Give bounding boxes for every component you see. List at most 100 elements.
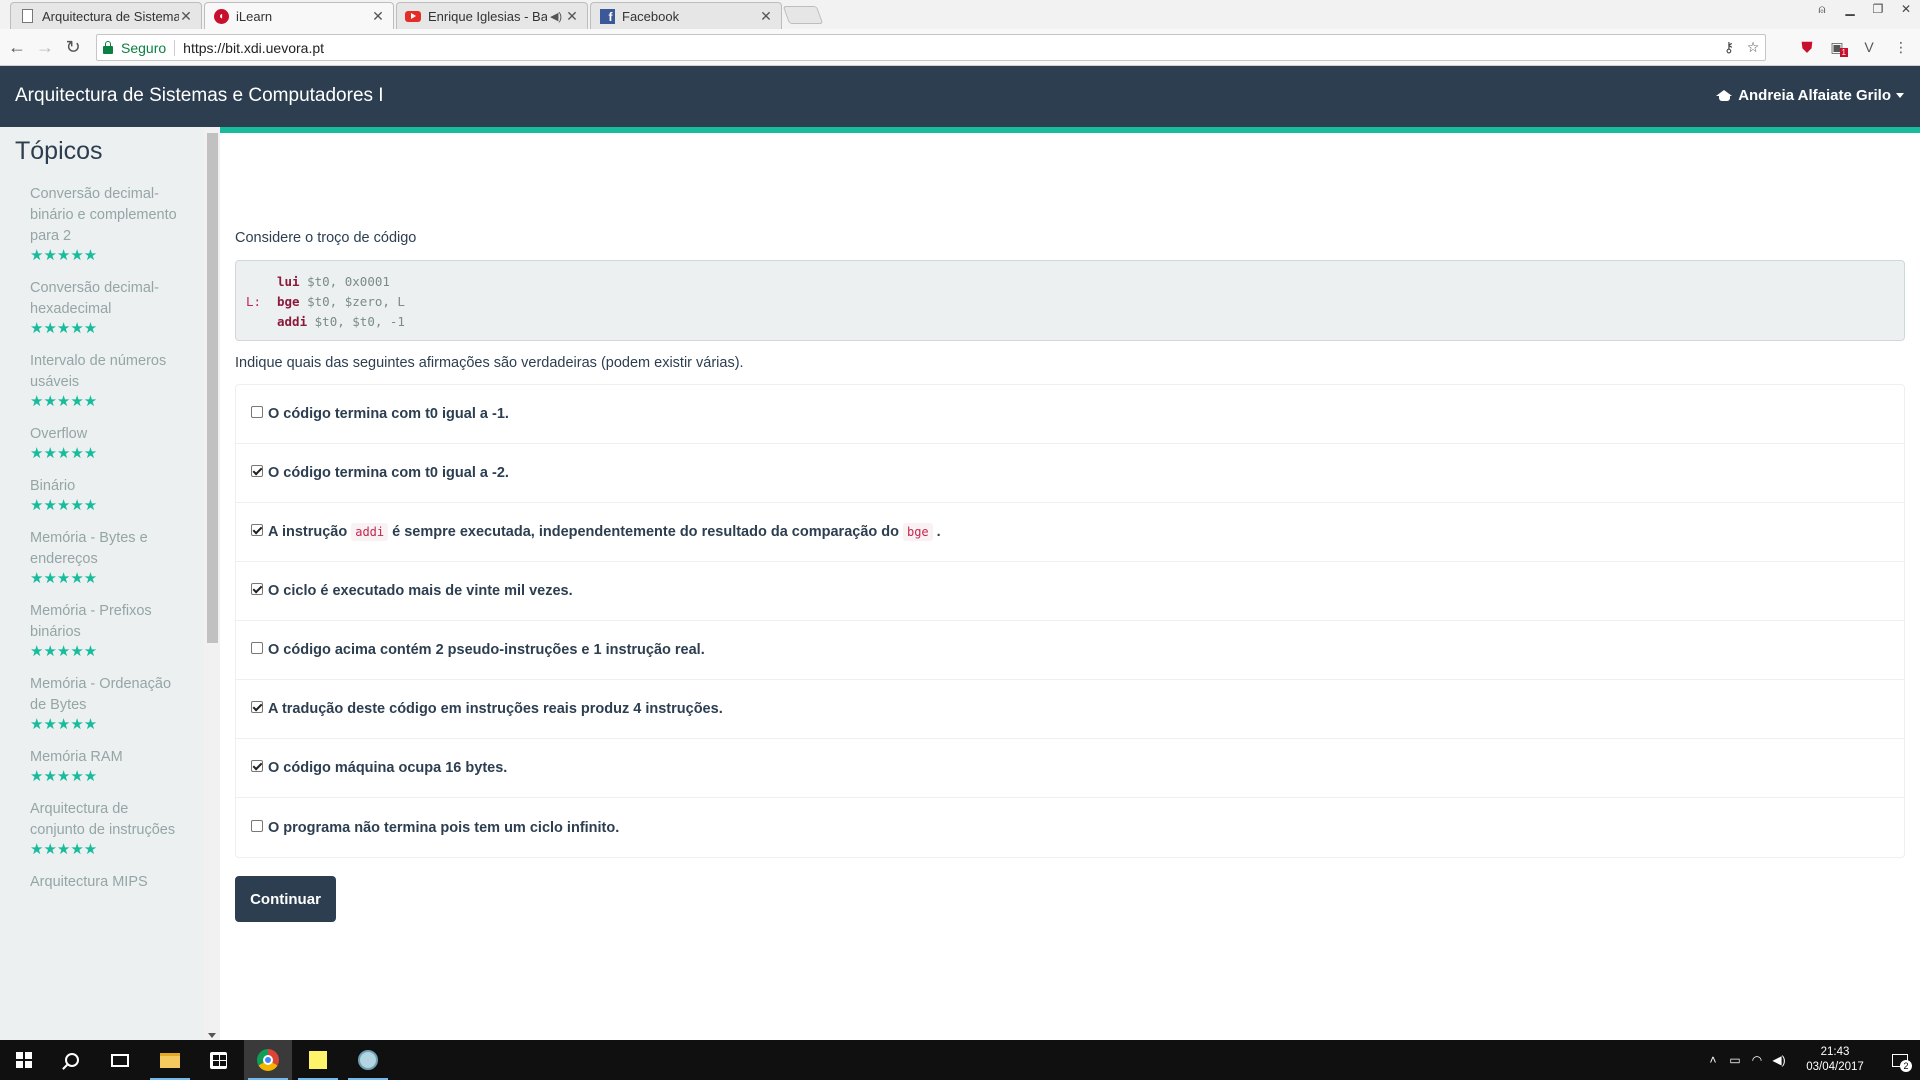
question-prompt: Considere o troço de código (235, 230, 417, 246)
answer-option[interactable]: A tradução deste código em instruções re… (236, 680, 1904, 739)
topic-item[interactable]: Memória RAM ★★★★★ (30, 747, 180, 785)
profile-icon[interactable]: ⍝ (1808, 0, 1836, 18)
scroll-down-arrow-icon[interactable] (208, 1033, 216, 1038)
topic-item[interactable]: Conversão decimal-hexadecimal ★★★★★ (30, 278, 180, 337)
close-window-icon[interactable]: ✕ (1892, 0, 1920, 18)
answer-checkbox[interactable] (251, 760, 263, 772)
speaker-icon[interactable]: ◀) (547, 10, 565, 23)
code-op: addi (277, 314, 308, 329)
code-block: lui $t0, 0x0001 L: bge $t0, $zero, L addi… (235, 260, 1905, 341)
answer-option[interactable]: A instrução addi é sempre executada, indep… (236, 503, 1904, 562)
close-tab-icon[interactable]: ✕ (565, 8, 579, 25)
continue-button[interactable]: Continuar (235, 876, 336, 922)
topic-item[interactable]: Memória - Bytes e endereços ★★★★★ (30, 528, 180, 587)
answer-checkbox[interactable] (251, 406, 263, 418)
answer-checkbox[interactable] (251, 701, 263, 713)
tab-facebook[interactable]: f Facebook ✕ (590, 2, 782, 29)
minimize-icon[interactable]: ▁ (1836, 0, 1864, 18)
start-button[interactable] (0, 1040, 48, 1080)
topic-item[interactable]: Memória - Ordenação de Bytes ★★★★★ (30, 674, 180, 733)
topic-item[interactable]: Overflow ★★★★★ (30, 424, 180, 462)
address-bar[interactable]: Seguro https://bit.xdi.uevora.pt ⚷ ☆ (96, 34, 1766, 61)
user-menu[interactable]: Andreia Alfaiate Grilo (1716, 87, 1904, 104)
sticky-notes-icon[interactable] (294, 1040, 342, 1080)
battery-icon[interactable]: ▭ (1724, 1053, 1746, 1067)
bookmark-star-icon[interactable]: ☆ (1741, 39, 1765, 56)
answer-checkbox[interactable] (251, 524, 263, 536)
inline-code: addi (351, 523, 389, 541)
action-center-icon[interactable]: 2 (1880, 1040, 1920, 1080)
topic-label: Memória - Bytes e endereços (30, 530, 148, 567)
topic-item[interactable]: Conversão decimal-binário e complemento … (30, 184, 180, 264)
paint-icon[interactable] (344, 1040, 392, 1080)
reload-icon[interactable]: ↻ (62, 36, 84, 58)
rating-stars: ★★★★★ (30, 716, 98, 733)
code-label: L: (246, 294, 262, 309)
secure-label: Seguro (121, 39, 167, 56)
scrollbar-thumb[interactable] (207, 133, 218, 643)
tab-youtube[interactable]: Enrique Iglesias - Bail ◀) ✕ (396, 2, 588, 29)
volume-icon[interactable]: ◀) (1768, 1053, 1790, 1067)
caret-down-icon (1896, 93, 1904, 98)
vimium-extension-icon[interactable]: V (1858, 37, 1880, 57)
document-icon (19, 8, 35, 24)
key-icon[interactable]: ⚷ (1717, 39, 1741, 56)
task-view-icon[interactable] (96, 1040, 144, 1080)
tab-ilearn[interactable]: ◖ iLearn ✕ (204, 2, 394, 29)
extension-icon[interactable]: ▣ 1 (1826, 37, 1848, 57)
chrome-icon[interactable] (244, 1040, 292, 1080)
restore-icon[interactable]: ❐ (1864, 0, 1892, 18)
chevron-up-icon[interactable]: ˄ (1702, 1053, 1724, 1067)
answer-checkbox[interactable] (251, 583, 263, 595)
search-icon[interactable] (48, 1040, 96, 1080)
new-tab-button[interactable] (782, 6, 824, 24)
notification-count: 2 (1900, 1060, 1912, 1072)
store-icon[interactable] (194, 1040, 242, 1080)
answer-checkbox[interactable] (251, 642, 263, 654)
answer-checkbox[interactable] (251, 819, 263, 832)
topic-label: Arquitectura MIPS (30, 874, 148, 890)
topic-item[interactable]: Arquitectura de conjunto de instruções ★★… (30, 799, 180, 858)
rating-stars: ★★★★★ (30, 643, 98, 660)
wifi-icon[interactable]: ◠ (1746, 1053, 1768, 1067)
sidebar-scrollbar[interactable] (204, 127, 220, 1040)
close-tab-icon[interactable]: ✕ (759, 8, 773, 25)
menu-kebab-icon[interactable]: ⋮ (1890, 37, 1912, 57)
answer-text: O código termina com t0 igual a -2. (268, 465, 509, 481)
tab-title: Enrique Iglesias - Bail (428, 8, 547, 24)
code-args: $t0, 0x0001 (307, 274, 390, 289)
ublock-extension-icon[interactable]: ⛊ (1796, 37, 1818, 57)
answer-text: A tradução deste código em instruções re… (268, 701, 723, 717)
answer-options: O código termina com t0 igual a -1. O có… (235, 384, 1905, 858)
topic-item[interactable]: Arquitectura MIPS (30, 872, 180, 893)
topic-item[interactable]: Binário ★★★★★ (30, 476, 180, 514)
topic-item[interactable]: Intervalo de números usáveis ★★★★★ (30, 351, 180, 410)
url-text[interactable]: https://bit.xdi.uevora.pt (183, 40, 1717, 56)
answer-text: O código termina com t0 igual a -1. (268, 406, 509, 422)
clock[interactable]: 21:43 03/04/2017 (1796, 1045, 1874, 1075)
app-title[interactable]: Arquitectura de Sistemas e Computadores … (15, 85, 384, 107)
code-args: $t0, $t0, -1 (314, 314, 405, 329)
answer-text: O programa não termina pois tem um ciclo… (268, 819, 620, 836)
answer-option[interactable]: O código máquina ocupa 16 bytes. (236, 739, 1904, 798)
windows-logo-icon (16, 1052, 32, 1068)
answer-checkbox[interactable] (251, 465, 263, 477)
topics-sidebar: Tópicos Conversão decimal-binário e comp… (0, 127, 220, 1040)
answer-text: O código acima contém 2 pseudo-instruçõe… (268, 642, 705, 658)
answer-text: O código máquina ocupa 16 bytes. (268, 760, 508, 776)
answer-option[interactable]: O código termina com t0 igual a -2. (236, 444, 1904, 503)
topic-item[interactable]: Memória - Prefixos binários ★★★★★ (30, 601, 180, 660)
answer-option[interactable]: O código termina com t0 igual a -1. (236, 385, 1904, 444)
answer-option[interactable]: O programa não termina pois tem um ciclo… (236, 798, 1904, 857)
system-tray: ˄ ▭ ◠ ◀) 21:43 03/04/2017 2 (1702, 1040, 1920, 1080)
answer-text-part: A instrução (268, 524, 348, 540)
answer-option[interactable]: O código acima contém 2 pseudo-instruçõe… (236, 621, 1904, 680)
tab-arquitectura[interactable]: Arquitectura de Sistemas ✕ (10, 2, 202, 29)
close-tab-icon[interactable]: ✕ (179, 8, 193, 25)
close-tab-icon[interactable]: ✕ (371, 8, 385, 25)
forward-arrow-icon[interactable]: → (34, 36, 56, 58)
answer-option[interactable]: O ciclo é executado mais de vinte mil ve… (236, 562, 1904, 621)
file-explorer-icon[interactable] (146, 1040, 194, 1080)
ilearn-icon: ◖ (213, 8, 229, 24)
back-arrow-icon[interactable]: ← (6, 36, 28, 58)
